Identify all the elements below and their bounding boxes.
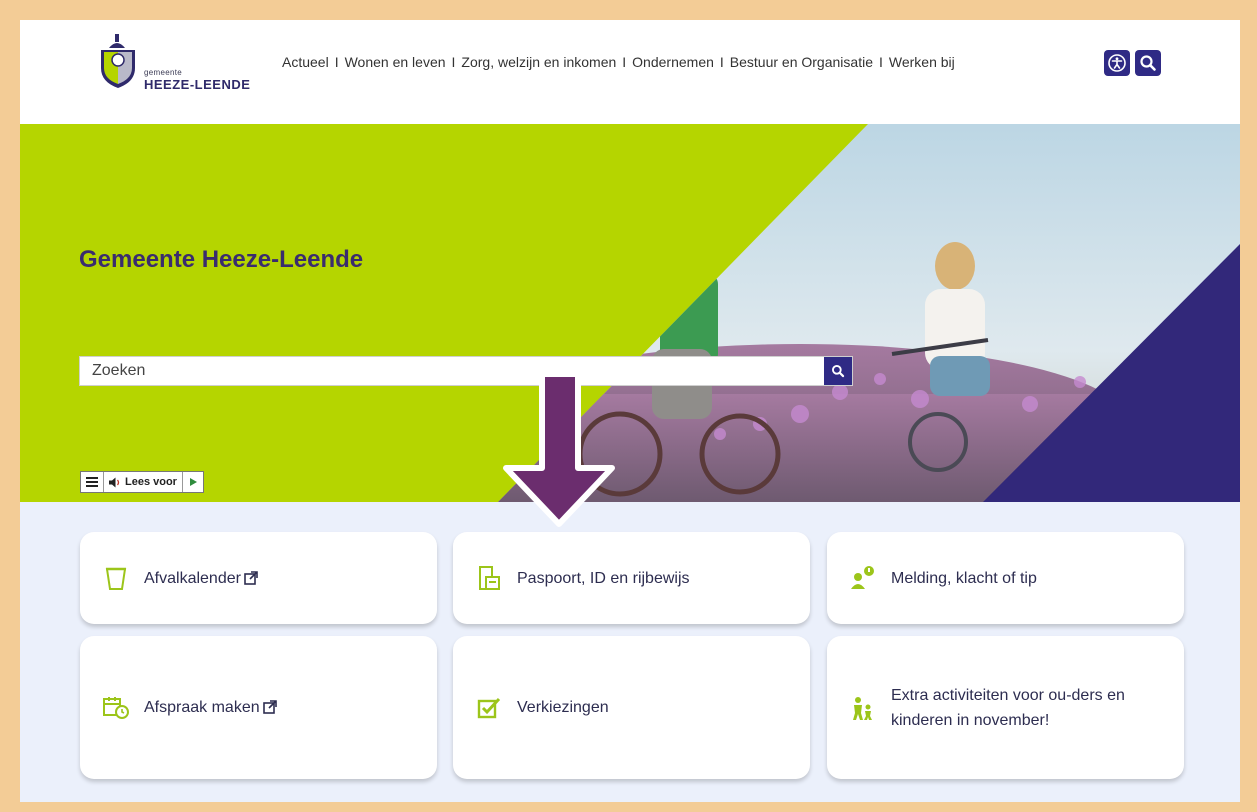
tile-paspoort-id-rijbewijs[interactable]: Paspoort, ID en rijbewijs: [453, 532, 810, 624]
accessibility-button[interactable]: [1104, 50, 1130, 76]
external-link-icon: [244, 570, 258, 585]
nav-separator: I: [878, 54, 883, 70]
speaker-icon: [109, 477, 120, 487]
nav-separator: I: [719, 54, 724, 70]
nav-werken-bij[interactable]: Werken bij: [889, 54, 955, 70]
search-submit-button[interactable]: [824, 357, 852, 385]
nav-separator: I: [622, 54, 627, 70]
site-header: gemeente HEEZE-LEENDE Actueel I Wonen en…: [20, 20, 1240, 124]
tile-verkiezingen[interactable]: Verkiezingen: [453, 636, 810, 779]
tile-label: Afvalkalender: [144, 569, 241, 587]
accessibility-icon: [1108, 54, 1126, 72]
search-icon: [1140, 55, 1156, 71]
tile-label: Verkiezingen: [517, 699, 609, 716]
tile-extra-activiteiten[interactable]: Extra activiteiten voor ou-ders en kinde…: [827, 636, 1184, 779]
id-card-icon: [475, 564, 503, 592]
nav-zorg-welzijn-inkomen[interactable]: Zorg, welzijn en inkomen: [461, 54, 616, 70]
menu-icon: [86, 477, 98, 487]
hero-title: Gemeente Heeze-Leende: [79, 246, 364, 273]
external-link-icon: [262, 700, 277, 714]
browser-page: gemeente HEEZE-LEENDE Actueel I Wonen en…: [20, 20, 1240, 802]
hero-photo: [498, 124, 1240, 502]
calendar-clock-icon: [102, 694, 130, 722]
nav-bestuur-organisatie[interactable]: Bestuur en Organisatie: [730, 54, 873, 70]
crest-icon: [101, 34, 135, 88]
header-search-button[interactable]: [1135, 50, 1161, 76]
nav-separator: I: [334, 54, 339, 70]
logo-name: HEEZE-LEENDE: [144, 77, 251, 92]
nav-ondernemen[interactable]: Ondernemen: [632, 54, 714, 70]
site-logo[interactable]: gemeente HEEZE-LEENDE: [96, 34, 266, 94]
hero-search: [79, 356, 853, 386]
tile-label: Melding, klacht of tip: [891, 569, 1037, 587]
tile-label: Extra activiteiten voor ou-ders en kinde…: [891, 686, 1125, 729]
readspeaker-menu-button[interactable]: [81, 472, 104, 492]
main-nav: Actueel I Wonen en leven I Zorg, welzijn…: [282, 54, 955, 70]
tile-label: Afspraak maken: [144, 699, 260, 716]
quick-links: Afvalkalender Paspoort, ID en rijbewijs …: [20, 502, 1240, 802]
logo-small-text: gemeente: [144, 68, 182, 77]
report-person-icon: [849, 564, 877, 592]
readspeaker-listen-button[interactable]: Lees voor: [104, 472, 183, 492]
search-icon: [832, 365, 845, 378]
down-arrow-annotation: [503, 374, 615, 527]
nav-actueel[interactable]: Actueel: [282, 54, 329, 70]
readspeaker-label: Lees voor: [125, 476, 177, 488]
readspeaker-bar: Lees voor: [80, 471, 204, 493]
search-input[interactable]: [80, 357, 824, 385]
tile-afspraak-maken[interactable]: Afspraak maken: [80, 636, 437, 779]
nav-separator: I: [451, 54, 456, 70]
checkbox-icon: [475, 694, 503, 722]
waste-bin-icon: [102, 564, 130, 592]
tile-afvalkalender[interactable]: Afvalkalender: [80, 532, 437, 624]
tile-melding-klacht-tip[interactable]: Melding, klacht of tip: [827, 532, 1184, 624]
hero-banner: Gemeente Heeze-Leende Le: [20, 124, 1240, 502]
tile-label: Paspoort, ID en rijbewijs: [517, 569, 690, 587]
readspeaker-play-button[interactable]: [183, 472, 203, 492]
family-icon: [849, 694, 877, 722]
nav-wonen-en-leven[interactable]: Wonen en leven: [345, 54, 446, 70]
play-icon: [189, 478, 197, 486]
